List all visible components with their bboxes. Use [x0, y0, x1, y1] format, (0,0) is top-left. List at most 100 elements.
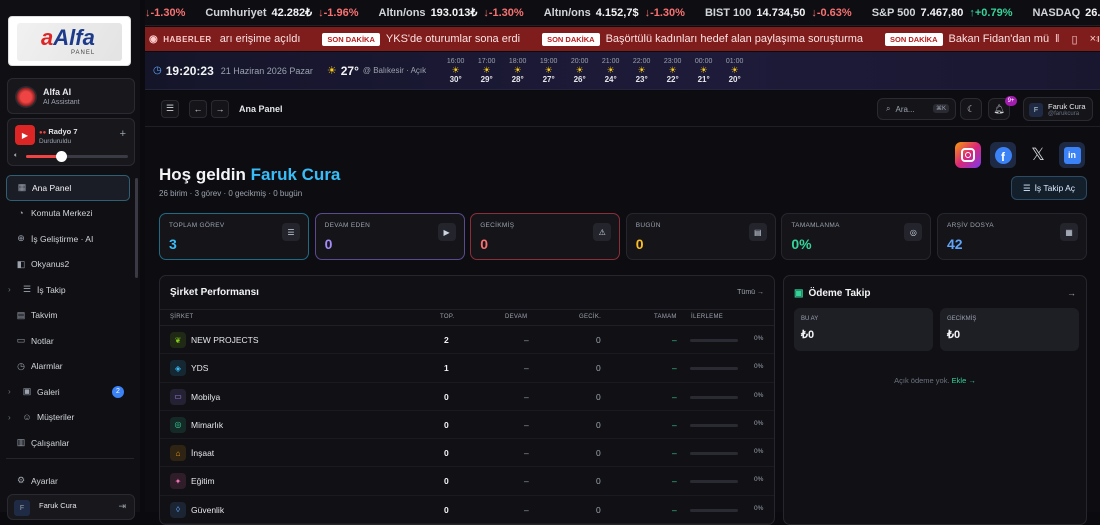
- cell-total: 2: [444, 335, 449, 345]
- ticker-name: NASDAQ: [1032, 6, 1081, 19]
- stat-card[interactable]: TOPLAM GÖREV 3 ☰: [159, 213, 309, 260]
- progress-bar: [690, 452, 738, 456]
- stat-icon: ⚠: [593, 223, 612, 241]
- nav-icon: ▭: [16, 335, 26, 346]
- facebook-icon[interactable]: f: [990, 142, 1016, 168]
- ai-assistant-card[interactable]: Alfa AI AI Assistant: [7, 78, 135, 114]
- instagram-icon[interactable]: [955, 142, 981, 168]
- chevron-right-icon[interactable]: ›: [8, 387, 11, 396]
- nav-icon: ◷: [17, 360, 25, 371]
- table-row[interactable]: ◈ YDS 1 – 0 – 0%: [160, 354, 774, 383]
- chevron-right-icon[interactable]: ›: [8, 413, 11, 422]
- ticker-change: -0.63%: [816, 6, 852, 19]
- cell-ongoing: –: [524, 391, 529, 402]
- cell-done: –: [672, 363, 677, 374]
- stat-card[interactable]: GECİKMİŞ 0 ⚠: [470, 213, 621, 260]
- ticker-name: Cumhuriyet: [205, 6, 267, 19]
- pause-icon[interactable]: ‖: [1055, 33, 1060, 45]
- volume-knob[interactable]: [55, 151, 67, 162]
- table-row[interactable]: ◊ Güvenlik 0 – 0 – 0%: [160, 496, 774, 524]
- expand-icon[interactable]: ▯: [1072, 33, 1078, 46]
- page-subtitle: 26 birim · 3 görev · 0 gecikmiş · 0 bugü…: [159, 189, 303, 198]
- sidebar-item-i-geli-tirme-ai[interactable]: ⊕ İş Geliştirme · AI: [6, 226, 130, 252]
- view-all-link[interactable]: Tümü →: [737, 289, 764, 296]
- cell-done: –: [672, 476, 677, 487]
- sidebar-item-okyanus2[interactable]: ◧ Okyanus2: [6, 252, 130, 278]
- stat-card[interactable]: ARŞİV DOSYA 42 ▦: [937, 213, 1087, 260]
- ticker-item[interactable]: Altın/ons 4.152,7$ ↓ -1.30%: [544, 7, 685, 19]
- close-icon[interactable]: ×: [1090, 33, 1096, 45]
- open-job-tracking-button[interactable]: ☰ İş Takip Aç: [1011, 176, 1087, 200]
- top-bar: ☰ ← → Ana Panel ⌕ Ara... ⌘K ☾ 🔔︎ 9+ F Fa…: [145, 91, 1100, 127]
- volume-slider[interactable]: [26, 151, 128, 162]
- nav-icon: ⊕: [17, 233, 25, 244]
- sidebar-item-settings[interactable]: ⚙ Ayarlar: [6, 468, 58, 494]
- search-input[interactable]: ⌕ Ara... ⌘K: [877, 98, 956, 120]
- search-placeholder: Ara...: [895, 104, 915, 114]
- sidebar-item-i-takip[interactable]: › ☰ İş Takip: [6, 277, 130, 303]
- ticker-change: -1.30%: [150, 6, 186, 19]
- news-label: ◉ HABERLER: [145, 27, 220, 51]
- alfa-panel-logo[interactable]: aAlfa PANEL: [8, 16, 131, 66]
- sidebar-item-galeri[interactable]: › ▣ Galeri 2: [6, 379, 130, 405]
- play-icon[interactable]: ▶: [15, 125, 35, 145]
- ticker-item[interactable]: ↓ -1.30%: [145, 7, 185, 19]
- table-row[interactable]: ✦ Eğitim 0 – 0 – 0%: [160, 467, 774, 496]
- back-arrow-icon[interactable]: ←: [189, 99, 207, 118]
- sidebar-scrollbar[interactable]: [135, 178, 138, 278]
- linkedin-icon[interactable]: in: [1059, 142, 1085, 168]
- news-item[interactable]: arı erişime açıldı: [220, 33, 301, 45]
- sidebar-item-takvim[interactable]: ▤ Takvim: [6, 303, 130, 329]
- table-row[interactable]: ◎ Mimarlık 0 – 0 – 0%: [160, 411, 774, 440]
- logout-icon[interactable]: ⇥: [118, 501, 126, 512]
- x-twitter-icon[interactable]: 𝕏: [1025, 142, 1051, 168]
- ticker-item[interactable]: BIST 100 14.734,50 ↓ -0.63%: [705, 7, 852, 19]
- table-row[interactable]: ❦ NEW PROJECTS 2 – 0 – 0%: [160, 326, 774, 355]
- sidebar-item-label: Müşteriler: [37, 412, 75, 423]
- sidebar-item-m-teriler[interactable]: › ☺ Müşteriler: [6, 405, 130, 431]
- sidebar-user-card[interactable]: F Faruk Cura ⇥: [7, 494, 135, 520]
- current-temp: 27°: [340, 63, 359, 78]
- cell-late: 0: [596, 448, 601, 459]
- news-item[interactable]: SON DAKİKA Başörtülü kadınları hedef alan…: [542, 32, 863, 46]
- stat-card[interactable]: TAMAMLANMA 0% ◎: [781, 213, 932, 260]
- forward-arrow-icon[interactable]: →: [211, 99, 229, 118]
- card-title: Şirket Performansı: [170, 287, 259, 298]
- add-station-icon[interactable]: +: [120, 128, 126, 140]
- hour-label: 18:00: [508, 57, 527, 65]
- stat-label: GECİKMİŞ: [480, 222, 515, 229]
- sidebar-item-alarmlar[interactable]: ◷ Alarmlar: [6, 354, 130, 380]
- chevron-right-icon[interactable]: ›: [8, 285, 11, 294]
- stat-card[interactable]: DEVAM EDEN 0 ▶: [314, 213, 465, 260]
- user-menu[interactable]: F Faruk Cura @farukcura: [1023, 97, 1093, 121]
- hour-label: 01:00: [725, 57, 744, 65]
- sidebar-item-notlar[interactable]: ▭ Notlar: [6, 328, 130, 354]
- sidebar-item-ana-panel[interactable]: ▦ Ana Panel: [6, 175, 130, 201]
- stat-icon: ▶: [437, 223, 456, 241]
- table-row[interactable]: ⌂ İnşaat 0 – 0 – 0%: [160, 439, 774, 468]
- table-row[interactable]: ▭ Mobilya 0 – 0 – 0%: [160, 383, 774, 411]
- menu-toggle-icon[interactable]: ☰: [161, 99, 179, 118]
- ticker-item[interactable]: S&P 500 7.467,80 ↑ +0.79%: [872, 7, 1013, 19]
- stat-card[interactable]: BUGÜN 0 ▤: [625, 213, 776, 260]
- sidebar-item-label: İş Takip: [37, 284, 66, 295]
- stat-label: ARŞİV DOSYA: [947, 222, 994, 229]
- sun-icon: ☀: [699, 64, 708, 75]
- arrow-right-icon[interactable]: →: [1067, 288, 1076, 298]
- sidebar-item-komuta-merkezi[interactable]: ◔ Komuta Merkezi: [6, 201, 130, 227]
- ticker-item[interactable]: NASDAQ 26.45: [1032, 7, 1100, 19]
- ticker-item[interactable]: Cumhuriyet 42.282₺ ↓ -1.96%: [205, 6, 358, 20]
- add-payment-link[interactable]: Ekle →: [952, 376, 976, 385]
- cell-late: 0: [596, 363, 601, 374]
- ticker-item[interactable]: Altın/ons 193.013₺ ↓ -1.30%: [379, 6, 524, 20]
- hour-temp: 27°: [542, 74, 555, 84]
- progress-bar: [690, 508, 738, 512]
- theme-toggle-icon[interactable]: ☾: [960, 98, 982, 120]
- sidebar-item-al-anlar[interactable]: ▥ Çalışanlar: [6, 430, 130, 456]
- cell-total: 0: [444, 391, 449, 402]
- sun-icon: ☀: [575, 64, 584, 75]
- news-item[interactable]: SON DAKİKA YKS'de oturumlar sona erdi: [322, 32, 520, 46]
- hourly-item: 01:00 ☀ 20°: [719, 58, 750, 84]
- cell-ongoing: –: [524, 448, 529, 459]
- breaking-news-badge: SON DAKİKA: [885, 32, 943, 46]
